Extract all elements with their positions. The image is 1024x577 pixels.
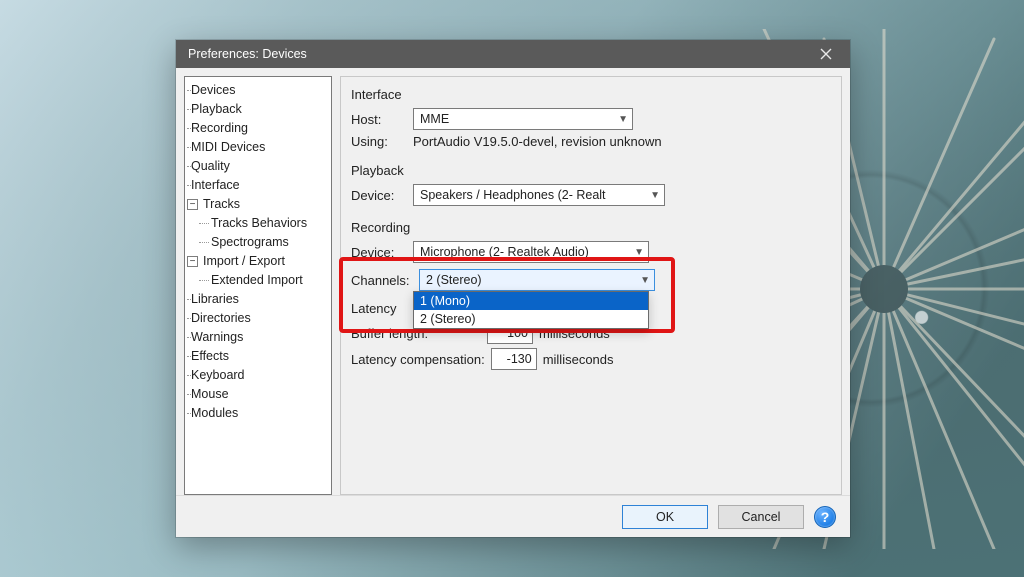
titlebar[interactable]: Preferences: Devices: [176, 40, 850, 68]
tree-item-tracks-behaviors[interactable]: Tracks Behaviors: [185, 214, 331, 233]
expander-icon[interactable]: [187, 199, 198, 210]
channels-option-mono[interactable]: 1 (Mono): [414, 292, 648, 310]
tree-item-directories[interactable]: Directories: [185, 309, 331, 328]
expander-icon[interactable]: [187, 256, 198, 267]
group-interface-title: Interface: [351, 87, 831, 102]
category-tree[interactable]: Devices Playback Recording MIDI Devices …: [184, 76, 332, 495]
playback-device-label: Device:: [351, 188, 407, 203]
chevron-down-icon: ▼: [618, 114, 628, 125]
chevron-down-icon: ▼: [640, 275, 650, 286]
tree-item-extended-import[interactable]: Extended Import: [185, 271, 331, 290]
channels-option-stereo[interactable]: 2 (Stereo): [414, 310, 648, 328]
tree-item-playback[interactable]: Playback: [185, 100, 331, 119]
recording-device-combo[interactable]: Microphone (2- Realtek Audio) ▼: [413, 241, 649, 263]
channels-label: Channels:: [351, 273, 413, 288]
tree-item-devices[interactable]: Devices: [185, 81, 331, 100]
channels-combo[interactable]: 2 (Stereo) ▼: [419, 269, 655, 291]
tree-item-spectrograms[interactable]: Spectrograms: [185, 233, 331, 252]
desktop-wallpaper: Preferences: Devices Devices Playback Re…: [0, 0, 1024, 577]
tree-item-mouse[interactable]: Mouse: [185, 385, 331, 404]
preferences-window: Preferences: Devices Devices Playback Re…: [176, 40, 850, 537]
tree-item-warnings[interactable]: Warnings: [185, 328, 331, 347]
playback-device-value: Speakers / Headphones (2- Realt: [420, 188, 606, 202]
tree-item-keyboard[interactable]: Keyboard: [185, 366, 331, 385]
group-recording-title: Recording: [351, 220, 831, 235]
host-label: Host:: [351, 112, 407, 127]
help-icon[interactable]: ?: [814, 506, 836, 528]
dialog-footer: OK Cancel ?: [176, 495, 850, 537]
channels-value: 2 (Stereo): [426, 273, 482, 287]
tree-item-effects[interactable]: Effects: [185, 347, 331, 366]
using-value: PortAudio V19.5.0-devel, revision unknow…: [413, 134, 662, 149]
latency-comp-label: Latency compensation:: [351, 352, 485, 367]
tree-item-tracks[interactable]: Tracks: [185, 195, 331, 214]
recording-device-label: Device:: [351, 245, 407, 260]
close-icon[interactable]: [808, 43, 844, 65]
tree-item-quality[interactable]: Quality: [185, 157, 331, 176]
cancel-button[interactable]: Cancel: [718, 505, 804, 529]
chevron-down-icon: ▼: [650, 190, 660, 201]
tree-item-midi-devices[interactable]: MIDI Devices: [185, 138, 331, 157]
tree-item-modules[interactable]: Modules: [185, 404, 331, 423]
window-title: Preferences: Devices: [188, 47, 307, 61]
tree-item-recording[interactable]: Recording: [185, 119, 331, 138]
tree-item-libraries[interactable]: Libraries: [185, 290, 331, 309]
playback-device-combo[interactable]: Speakers / Headphones (2- Realt ▼: [413, 184, 665, 206]
host-combo[interactable]: MME ▼: [413, 108, 633, 130]
tree-item-interface[interactable]: Interface: [185, 176, 331, 195]
latency-comp-input[interactable]: -130: [491, 348, 537, 370]
tree-item-import-export[interactable]: Import / Export: [185, 252, 331, 271]
host-value: MME: [420, 112, 449, 126]
chevron-down-icon: ▼: [634, 247, 644, 258]
using-label: Using:: [351, 134, 407, 149]
devices-panel: Interface Host: MME ▼ Using: PortAudio V…: [340, 76, 842, 495]
recording-device-value: Microphone (2- Realtek Audio): [420, 245, 589, 259]
channels-dropdown[interactable]: 1 (Mono) 2 (Stereo): [413, 291, 649, 329]
group-playback-title: Playback: [351, 163, 831, 178]
ok-button[interactable]: OK: [622, 505, 708, 529]
latency-comp-units: milliseconds: [543, 352, 614, 367]
